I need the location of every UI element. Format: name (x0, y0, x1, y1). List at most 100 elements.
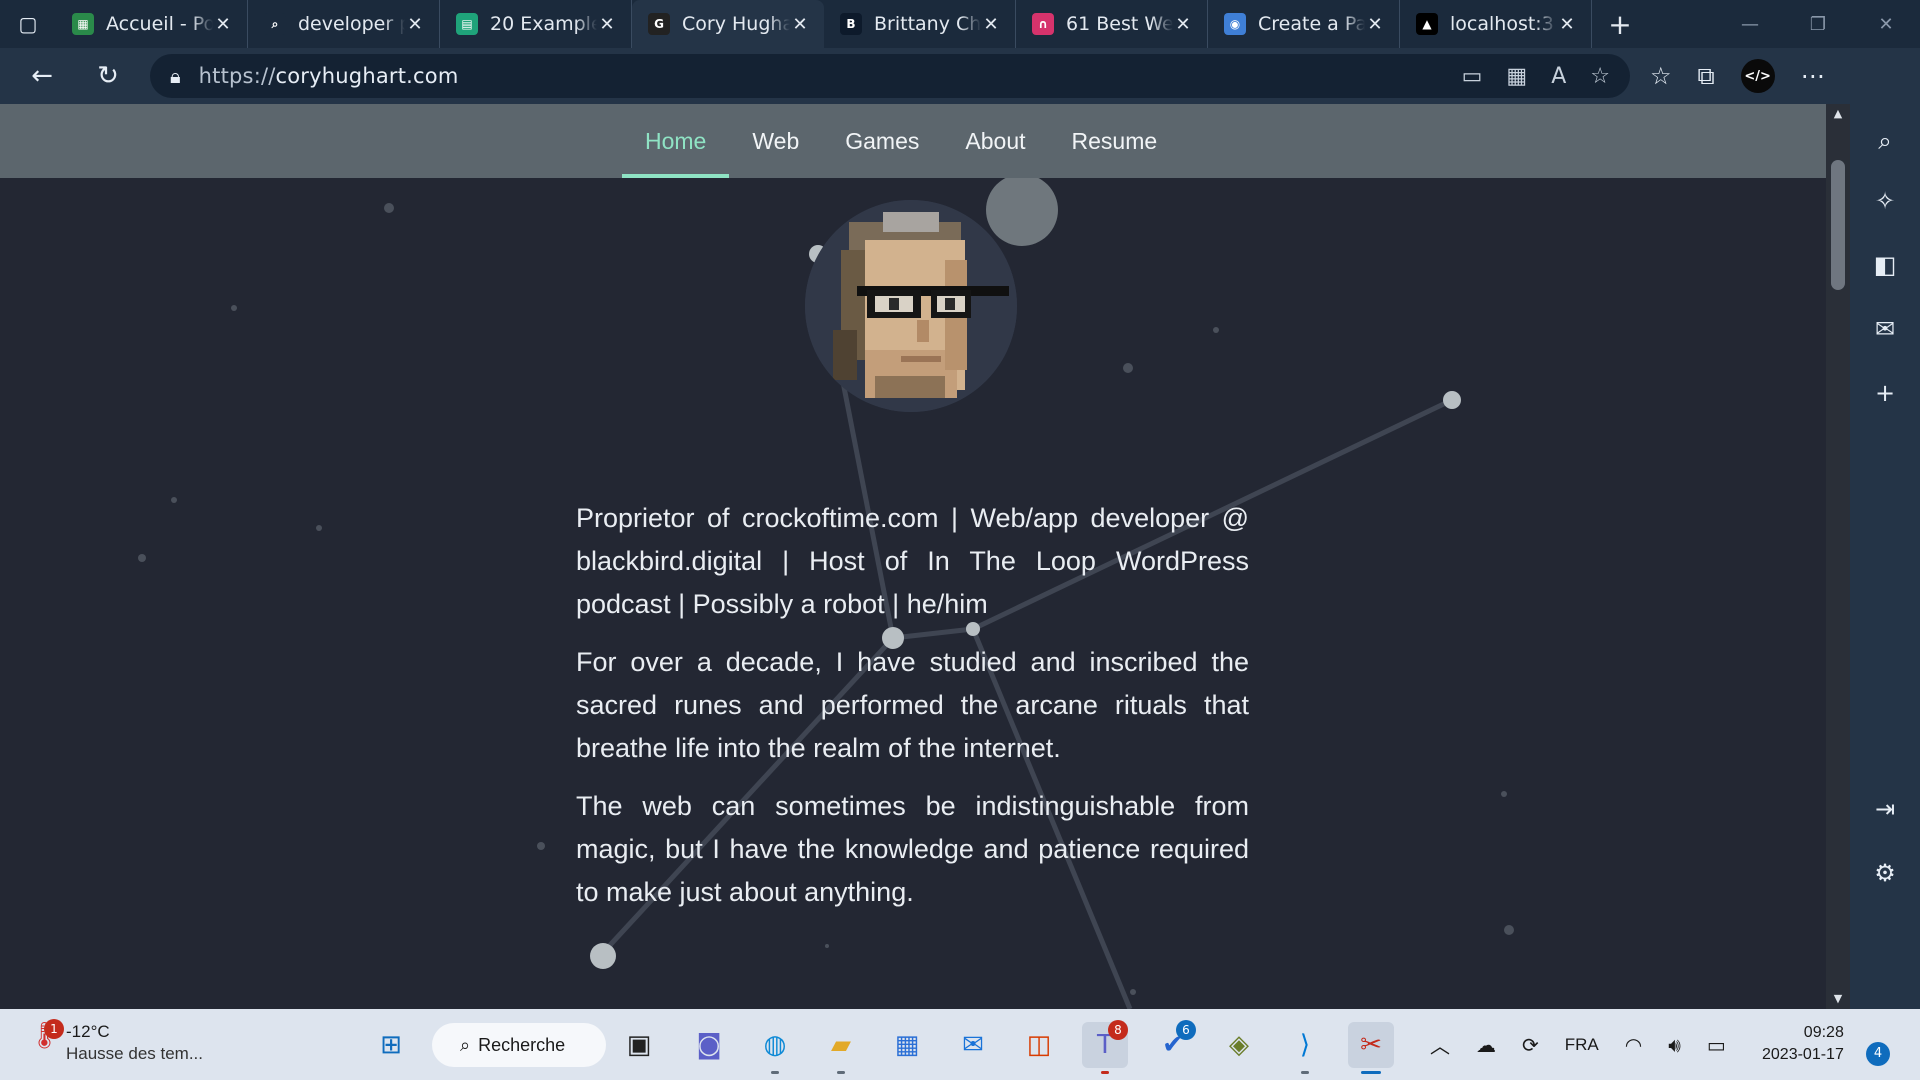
site-navigation: Home Web Games About Resume (0, 104, 1830, 178)
browser-tab[interactable]: ⌕ developer p ✕ (248, 0, 440, 48)
tab-favicon-icon: ▤ (456, 13, 478, 35)
app-available-icon[interactable]: ▭ (1462, 64, 1483, 89)
browser-tab[interactable]: ∩ 61 Best We ✕ (1016, 0, 1208, 48)
nav-link-web[interactable]: Web (729, 104, 822, 178)
browser-tab[interactable]: ▦ Accueil - Po ✕ (56, 0, 248, 48)
nav-link-games[interactable]: Games (822, 104, 942, 178)
close-tab-icon[interactable]: ✕ (1365, 14, 1385, 35)
search-label: Recherche (478, 1034, 566, 1055)
read-aloud-icon[interactable]: A (1551, 64, 1566, 89)
browser-tab[interactable]: ▤ 20 Example ✕ (440, 0, 632, 48)
tab-favicon-icon: B (840, 13, 862, 35)
new-tab-button[interactable]: + (1592, 8, 1648, 41)
scroll-down-icon[interactable]: ▼ (1826, 989, 1850, 1009)
page-viewport: Home Web Games About Resume Proprietor o… (0, 104, 1830, 1009)
browser-tab[interactable]: ◉ Create a Pa ✕ (1208, 0, 1400, 48)
tab-title: Accueil - Po (106, 13, 213, 35)
scroll-up-icon[interactable]: ▲ (1826, 104, 1850, 124)
hide-sidebar-icon[interactable]: ⇥ (1850, 784, 1920, 834)
clock[interactable]: 09:28 2023-01-17 (1762, 1022, 1844, 1066)
tab-strip: ▢ ▦ Accueil - Po ✕ ⌕ developer p ✕ ▤ 20 Example… (0, 0, 1920, 48)
onedrive-icon[interactable]: ☁ (1476, 1033, 1496, 1057)
minimize-icon[interactable]: — (1716, 0, 1784, 48)
add-favorite-icon[interactable]: ☆ (1590, 64, 1610, 89)
back-button[interactable]: ← (14, 48, 70, 104)
clock-date: 2023-01-17 (1762, 1046, 1844, 1063)
todo-icon[interactable]: ✔ 6 (1150, 1020, 1196, 1068)
weather-temperature: -12°C (66, 1022, 110, 1041)
more-options-icon[interactable]: ⋯ (1801, 62, 1825, 90)
close-tab-icon[interactable]: ✕ (1557, 14, 1577, 35)
snipping-tool-icon[interactable]: ✂ (1348, 1022, 1394, 1074)
browser-tab[interactable]: B Brittany Chi ✕ (824, 0, 1016, 48)
extensions-icon[interactable]: ▦ (1506, 64, 1527, 89)
tab-favicon-icon: ▦ (72, 13, 94, 35)
close-tab-icon[interactable]: ✕ (790, 14, 810, 35)
close-window-icon[interactable]: ✕ (1852, 0, 1920, 48)
address-bar[interactable]: 🔒︎ https://coryhughart.com ▭ ▦ A ☆ (150, 54, 1630, 98)
teams-chat-icon[interactable]: ◙ (686, 1022, 732, 1068)
bio-text: Proprietor of crockoftime.com | Web/app … (576, 497, 1249, 929)
restore-icon[interactable]: ❐ (1784, 0, 1852, 48)
lock-icon[interactable]: 🔒︎ (170, 64, 181, 88)
add-sidebar-app-icon[interactable]: + (1850, 368, 1920, 418)
favorites-icon[interactable]: ☆ (1650, 62, 1672, 90)
sync-icon[interactable]: ⟳ (1522, 1033, 1539, 1057)
taskbar: 🌡︎ 1 -12°C Hausse des tem... ⊞ ⌕ Recherche… (0, 1009, 1920, 1080)
weather-description: Hausse des tem... (66, 1044, 204, 1063)
thermometer-icon: 🌡︎ 1 (28, 1019, 64, 1061)
scrollbar-thumb[interactable] (1831, 160, 1845, 290)
microsoft-store-icon[interactable]: ▦ (884, 1022, 930, 1068)
teams-badge: 8 (1108, 1020, 1128, 1040)
vscode-icon[interactable]: ⟩ (1282, 1022, 1328, 1074)
settings-icon[interactable]: ⚙ (1850, 848, 1920, 898)
tab-favicon-icon: G (648, 13, 670, 35)
site-nav-links: Home Web Games About Resume (622, 104, 1180, 178)
file-explorer-icon[interactable]: ▰ (818, 1022, 864, 1074)
tab-title: localhost:3 (1450, 13, 1554, 35)
collections-icon[interactable]: ⧉ (1698, 62, 1715, 90)
nav-link-home[interactable]: Home (622, 104, 730, 178)
office-icon[interactable]: ◫ (1016, 1022, 1062, 1068)
tab-list: ▦ Accueil - Po ✕ ⌕ developer p ✕ ▤ 20 Example ✕ G… (56, 0, 1592, 48)
search-box[interactable]: ⌕ Recherche (432, 1023, 606, 1067)
task-view-icon[interactable]: ▣ (616, 1022, 662, 1068)
url-text[interactable]: https://coryhughart.com (199, 64, 459, 88)
weather-widget[interactable]: 🌡︎ 1 -12°C Hausse des tem... (28, 1019, 204, 1065)
close-tab-icon[interactable]: ✕ (405, 14, 425, 35)
teams-icon[interactable]: T8 (1082, 1020, 1128, 1074)
wifi-icon[interactable]: ◠ (1625, 1033, 1642, 1057)
app-icon[interactable]: ◈ (1216, 1022, 1262, 1068)
bio-paragraph: For over a decade, I have studied and in… (576, 647, 1249, 763)
browser-tab[interactable]: ▲ localhost:3 ✕ (1400, 0, 1592, 48)
mail-icon[interactable]: ✉ (950, 1022, 996, 1068)
battery-icon[interactable]: ▭ (1707, 1033, 1726, 1057)
tab-actions-menu-icon[interactable]: ▢ (0, 0, 56, 48)
search-icon[interactable]: ⌕ (1850, 116, 1920, 166)
notification-badge[interactable]: 4 (1866, 1042, 1890, 1066)
outlook-icon[interactable]: ✉ (1850, 304, 1920, 354)
browser-tools: ☆ ⧉ </> ⋯ (1650, 48, 1825, 104)
bio-paragraph: The web can sometimes be indistinguishab… (576, 791, 1249, 907)
close-tab-icon[interactable]: ✕ (981, 14, 1001, 35)
devtools-icon[interactable]: </> (1740, 59, 1775, 93)
browser-tab[interactable]: G Cory Hugha ✕ (632, 0, 824, 48)
close-tab-icon[interactable]: ✕ (1173, 14, 1193, 35)
close-tab-icon[interactable]: ✕ (213, 14, 233, 35)
start-icon[interactable]: ⊞ (368, 1022, 414, 1068)
close-tab-icon[interactable]: ✕ (597, 14, 617, 35)
show-hidden-icons-icon[interactable]: ︿ (1430, 1030, 1450, 1059)
discover-icon[interactable]: ✧ (1850, 176, 1920, 226)
tab-title: 20 Example (490, 13, 597, 35)
input-language[interactable]: FRA (1565, 1035, 1599, 1055)
nav-link-about[interactable]: About (942, 104, 1048, 178)
refresh-button[interactable]: ↻ (80, 48, 136, 104)
address-bar-tools: ▭ ▦ A ☆ (1462, 54, 1610, 98)
page-scrollbar[interactable]: ▲ ▼ (1826, 104, 1850, 1009)
tab-title: Brittany Chi (874, 13, 981, 35)
nav-link-resume[interactable]: Resume (1049, 104, 1181, 178)
edge-icon[interactable]: ◍ (752, 1022, 798, 1074)
volume-icon[interactable]: 🔊︎ (1668, 1033, 1681, 1057)
office-icon[interactable]: ◧ (1850, 240, 1920, 290)
tab-title: Create a Pa (1258, 13, 1365, 35)
